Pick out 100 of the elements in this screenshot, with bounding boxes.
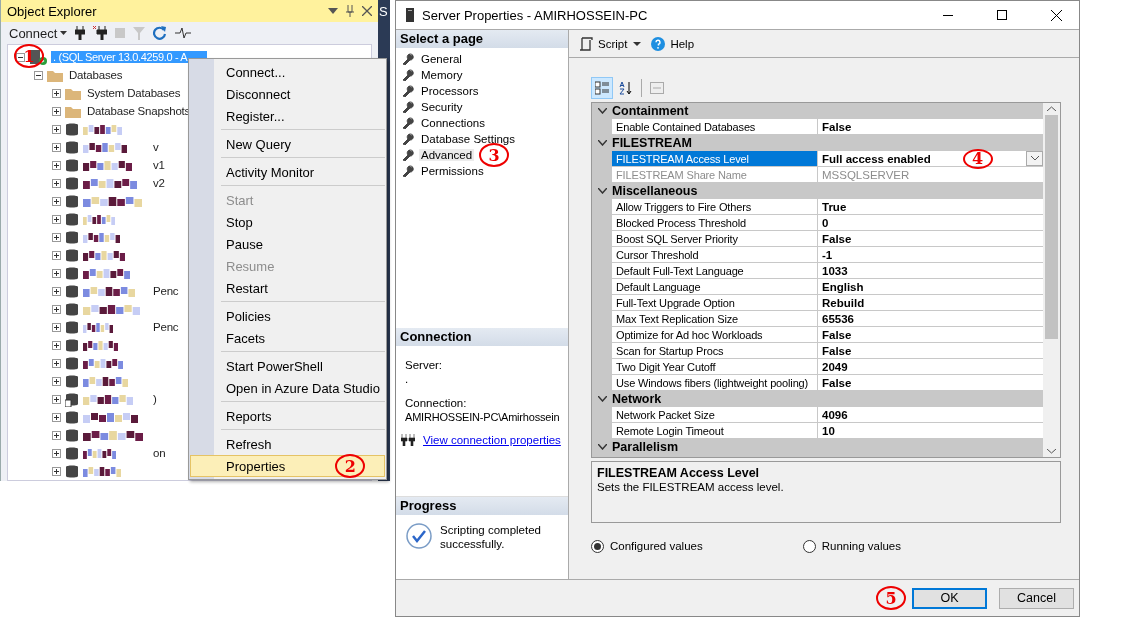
scroll-down-icon[interactable] — [1047, 449, 1056, 454]
property-name[interactable]: Blocked Process Threshold — [612, 215, 818, 231]
expand-icon[interactable] — [52, 250, 61, 260]
expand-icon[interactable] — [52, 358, 61, 368]
page-item[interactable]: Permissions — [419, 165, 486, 177]
chevron-down-icon[interactable] — [597, 396, 607, 402]
tree-item-fragment[interactable]: ) — [151, 393, 159, 405]
dropdown-button[interactable] — [1026, 151, 1043, 166]
menu-item[interactable]: Disconnect — [190, 83, 385, 105]
tree-item-fragment[interactable]: v — [151, 141, 161, 153]
dialog-button[interactable]: Cancel — [999, 587, 1074, 609]
menu-item[interactable]: Stop — [190, 211, 385, 233]
tree-item-fragment[interactable]: Penc — [151, 285, 181, 297]
tree-item-fragment[interactable]: Penc — [151, 321, 181, 333]
property-name[interactable]: Full-Text Upgrade Option — [612, 295, 818, 311]
expand-icon[interactable] — [52, 160, 61, 170]
property-name[interactable]: FILESTREAM Access Level — [612, 151, 818, 167]
category-row[interactable]: Network — [592, 391, 1043, 407]
expand-icon[interactable] — [52, 88, 61, 98]
expand-icon[interactable] — [52, 394, 61, 404]
category-row[interactable]: Containment — [592, 103, 1043, 119]
page-item[interactable]: Database Settings — [419, 133, 517, 145]
menu-item[interactable]: New Query — [190, 133, 385, 155]
help-button[interactable]: Help — [651, 36, 695, 51]
chevron-down-icon[interactable] — [597, 188, 607, 194]
expand-icon[interactable] — [52, 430, 61, 440]
property-name[interactable]: Default Full-Text Language — [612, 263, 818, 279]
expand-icon[interactable] — [52, 304, 61, 314]
menu-item[interactable]: Register... — [190, 105, 385, 127]
property-name[interactable]: Enable Contained Databases — [612, 119, 818, 135]
collapse-icon[interactable] — [16, 52, 25, 62]
scroll-up-icon[interactable] — [1047, 106, 1056, 111]
refresh-icon[interactable] — [153, 26, 168, 40]
page-item[interactable]: Memory — [419, 69, 465, 81]
page-item[interactable]: Processors — [419, 85, 481, 97]
expand-icon[interactable] — [52, 412, 61, 422]
unplug-icon[interactable] — [93, 26, 108, 40]
pin-icon[interactable] — [346, 5, 354, 17]
property-name[interactable]: Optimize for Ad hoc Workloads — [612, 327, 818, 343]
expand-icon[interactable] — [52, 196, 61, 206]
page-item[interactable]: General — [419, 53, 464, 65]
menu-item[interactable]: Activity Monitor — [190, 161, 385, 183]
chevron-down-icon[interactable] — [597, 108, 607, 114]
page-item[interactable]: Advanced — [419, 149, 475, 161]
tree-item-fragment[interactable]: v1 — [151, 159, 167, 171]
expand-icon[interactable] — [52, 286, 61, 296]
connection-properties-link[interactable]: View connection properties — [423, 434, 561, 446]
menu-item[interactable]: Refresh — [190, 433, 385, 455]
pulse-icon[interactable] — [175, 28, 192, 38]
expand-icon[interactable] — [52, 124, 61, 134]
radio-button[interactable] — [591, 539, 604, 553]
category-row[interactable]: Miscellaneous — [592, 183, 1043, 199]
expand-icon[interactable] — [52, 448, 61, 458]
expand-icon[interactable] — [52, 268, 61, 278]
property-name[interactable]: Allow Triggers to Fire Others — [612, 199, 818, 215]
connect-button[interactable]: Connect — [9, 25, 68, 41]
scrollbar[interactable] — [1043, 103, 1060, 457]
plug-icon[interactable] — [75, 26, 86, 40]
collapse-icon[interactable] — [34, 70, 43, 80]
category-row[interactable]: FILESTREAM — [592, 135, 1043, 151]
radio-button[interactable] — [802, 539, 816, 553]
category-row[interactable]: Parallelism — [592, 439, 1043, 455]
expand-icon[interactable] — [52, 376, 61, 386]
menu-item[interactable]: Policies — [190, 305, 385, 327]
property-name[interactable]: Max Text Replication Size — [612, 311, 818, 327]
property-name[interactable]: Scan for Startup Procs — [612, 343, 818, 359]
caret-icon[interactable] — [633, 41, 642, 46]
dropdown-icon[interactable] — [328, 8, 338, 14]
property-name[interactable]: Use Windows fibers (lightweight pooling) — [612, 375, 818, 391]
menu-item[interactable]: Open in Azure Data Studio — [190, 377, 385, 399]
dialog-button[interactable]: OK — [912, 587, 987, 609]
tree-item[interactable]: Databases — [67, 69, 125, 81]
page-item[interactable]: Security — [419, 101, 465, 113]
expand-icon[interactable] — [52, 232, 61, 242]
expand-icon[interactable] — [52, 178, 61, 188]
radio-option[interactable]: Configured values — [591, 539, 703, 553]
page-item[interactable]: Connections — [419, 117, 487, 129]
menu-item[interactable]: Properties 2 — [190, 455, 385, 477]
categorized-view-button[interactable] — [591, 77, 613, 99]
menu-item[interactable]: Pause — [190, 233, 385, 255]
expand-icon[interactable] — [52, 214, 61, 224]
property-name[interactable]: Cursor Threshold — [612, 247, 818, 263]
property-name[interactable]: Remote Login Timeout — [612, 423, 818, 439]
tree-item-fragment[interactable]: on — [151, 447, 168, 459]
expand-icon[interactable] — [52, 340, 61, 350]
tree-item[interactable]: Database Snapshots — [85, 105, 193, 117]
chevron-down-icon[interactable] — [597, 140, 607, 146]
menu-item[interactable]: Start PowerShell — [190, 355, 385, 377]
property-name[interactable]: Default Language — [612, 279, 818, 295]
menu-item[interactable]: Reports — [190, 405, 385, 427]
menu-item[interactable]: Facets — [190, 327, 385, 349]
script-button[interactable]: Script — [579, 36, 628, 51]
menu-item[interactable]: Restart — [190, 277, 385, 299]
property-name[interactable]: Boost SQL Server Priority — [612, 231, 818, 247]
close-icon[interactable] — [362, 6, 372, 16]
tree-item[interactable]: System Databases — [85, 87, 183, 99]
radio-option[interactable]: Running values — [802, 539, 901, 553]
chevron-down-icon[interactable] — [597, 444, 607, 450]
expand-icon[interactable] — [52, 142, 61, 152]
tree-item-fragment[interactable]: v2 — [151, 177, 167, 189]
